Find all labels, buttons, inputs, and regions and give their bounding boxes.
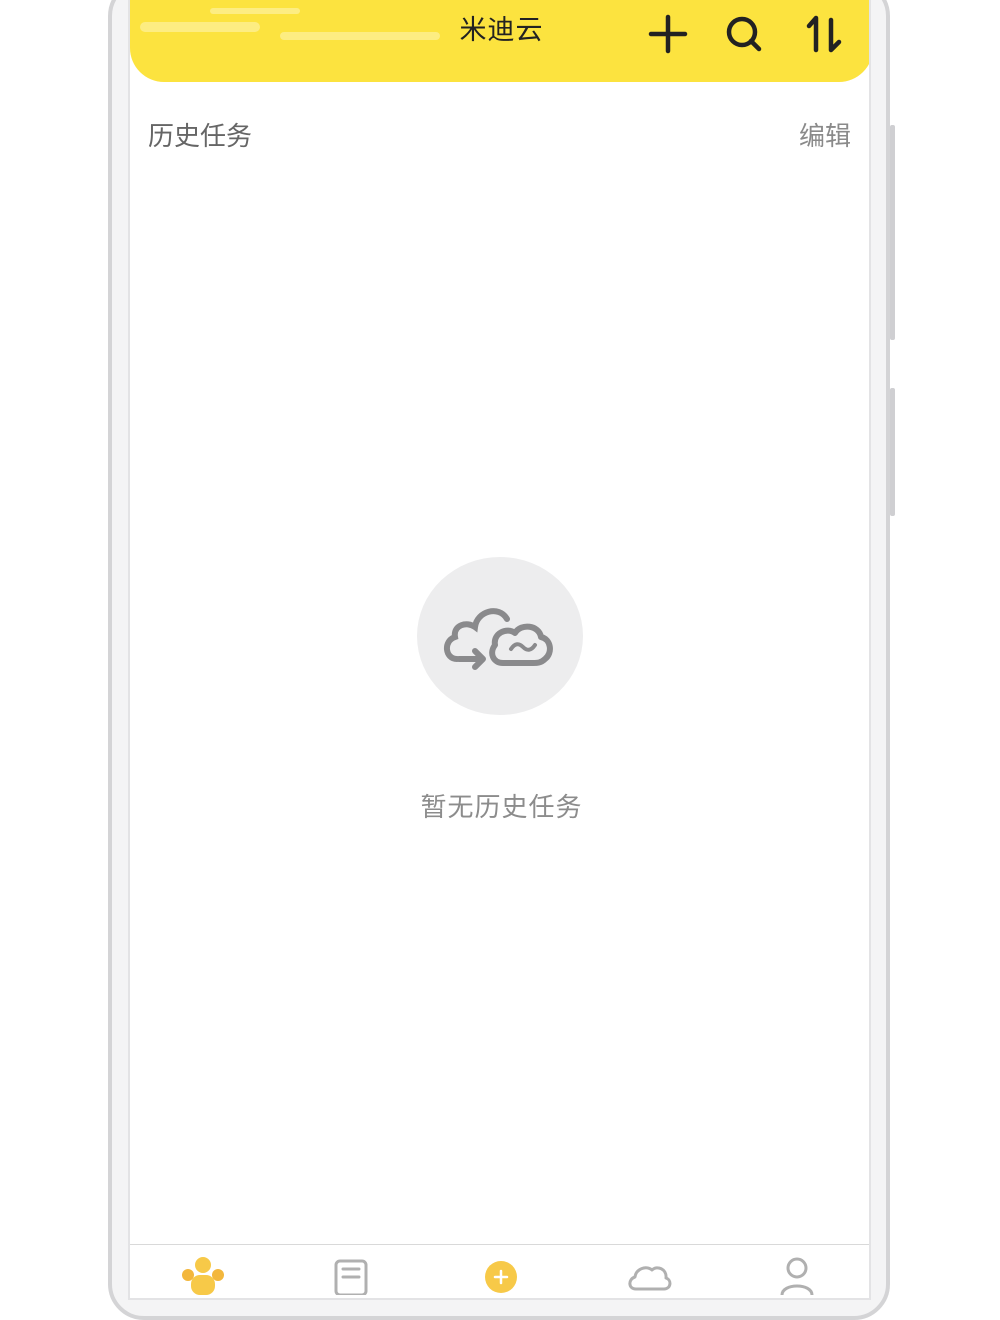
tab-documents[interactable] xyxy=(326,1255,376,1295)
empty-state-illustration xyxy=(417,557,583,715)
document-icon xyxy=(334,1259,368,1295)
sort-icon[interactable] xyxy=(802,12,846,56)
phone-side-button xyxy=(890,388,895,516)
tab-profile[interactable] xyxy=(772,1255,822,1295)
tab-people[interactable] xyxy=(178,1255,228,1295)
edit-button[interactable]: 编辑 xyxy=(799,116,851,153)
search-icon[interactable] xyxy=(722,12,766,56)
phone-side-button xyxy=(890,125,895,340)
profile-icon xyxy=(780,1257,814,1295)
section-title: 历史任务 xyxy=(148,122,253,152)
bottom-tab-bar xyxy=(130,1244,869,1298)
people-icon xyxy=(182,1257,224,1295)
top-header: 米迪云 xyxy=(130,0,869,82)
tab-add[interactable] xyxy=(476,1255,526,1295)
cloud-sync-icon xyxy=(444,608,553,670)
add-icon[interactable] xyxy=(646,12,690,56)
app-screen: 米迪云 历史任务 编辑 暂无历史任务 xyxy=(128,0,871,1300)
empty-state-message: 暂无历史任务 xyxy=(420,793,583,823)
cloud-icon xyxy=(628,1266,672,1291)
plus-circle-icon xyxy=(485,1261,517,1293)
tab-cloud[interactable] xyxy=(624,1255,674,1295)
